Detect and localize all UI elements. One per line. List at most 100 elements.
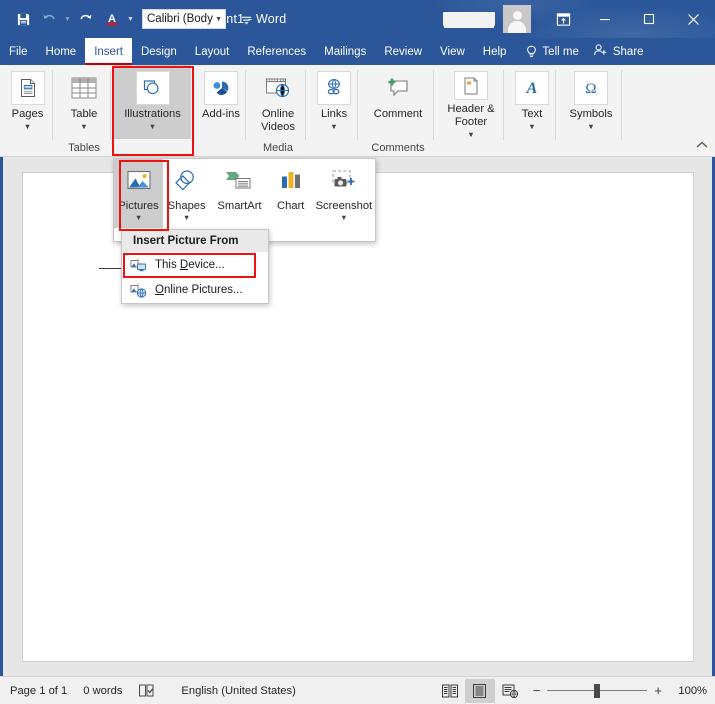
links-label: Links: [320, 108, 348, 120]
tab-review[interactable]: Review: [375, 38, 431, 65]
addins-button[interactable]: Add-ins: [196, 65, 246, 139]
ribbon-group-text: A Text ▼: [508, 65, 556, 157]
pages-button[interactable]: Pages ▼: [2, 65, 53, 139]
header-footer-icon: [454, 71, 488, 100]
proofing-errors-icon[interactable]: [138, 683, 155, 698]
menu-item-this-device[interactable]: This Device...: [122, 252, 268, 277]
title-bar: ▼ A ▼ Calibri (Body ▼ Document1 - Word: [0, 0, 715, 38]
insert-picture-from-header: Insert Picture From: [122, 230, 268, 252]
menu-item-online-pictures[interactable]: Online Pictures...: [122, 277, 268, 302]
ribbon-tab-strip: File Home Insert Design Layout Reference…: [0, 38, 715, 65]
save-icon[interactable]: [10, 6, 36, 32]
minimize-button[interactable]: [583, 0, 627, 38]
view-print-layout-button[interactable]: [464, 678, 495, 703]
text-button[interactable]: A Text ▼: [508, 65, 556, 139]
tab-design[interactable]: Design: [132, 38, 186, 65]
screenshot-button[interactable]: Screenshot ▼: [313, 159, 375, 228]
symbols-label: Symbols: [569, 108, 613, 120]
left-accent-bar: [0, 157, 3, 676]
font-name-dropdown-icon[interactable]: ▼: [215, 16, 222, 23]
insert-picture-from-menu: Insert Picture From This Device... Onlin…: [121, 229, 269, 304]
undo-dropdown-icon[interactable]: ▼: [62, 16, 73, 23]
svg-text:Ω: Ω: [585, 81, 596, 97]
links-icon: [317, 71, 351, 105]
symbols-dropdown-icon[interactable]: ▼: [587, 122, 594, 131]
redo-icon[interactable]: [73, 6, 99, 32]
online-pictures-label: Online Pictures...: [155, 283, 243, 296]
tab-insert[interactable]: Insert: [85, 38, 132, 65]
links-dropdown-icon[interactable]: ▼: [330, 122, 337, 131]
language-status[interactable]: English (United States): [181, 685, 295, 697]
group-separator: [503, 70, 504, 140]
share-label: Share: [612, 45, 644, 58]
table-label: Table: [70, 108, 98, 120]
view-web-layout-button[interactable]: [495, 679, 525, 703]
ribbon-group-symbols: Ω Symbols ▼: [560, 65, 622, 157]
pages-dropdown-icon[interactable]: ▼: [24, 122, 31, 131]
screenshot-dropdown-icon[interactable]: ▼: [340, 213, 347, 222]
pictures-dropdown-icon[interactable]: ▼: [135, 213, 142, 222]
maximize-button[interactable]: [627, 0, 671, 38]
word-count-status[interactable]: 0 words: [83, 685, 122, 697]
table-button[interactable]: Table ▼: [57, 65, 111, 139]
close-button[interactable]: [671, 0, 715, 38]
tab-references[interactable]: References: [238, 38, 315, 65]
user-name-redacted: [443, 12, 495, 26]
online-videos-button[interactable]: Online Videos: [250, 65, 306, 139]
pages-icon: [10, 71, 45, 105]
comment-icon: [381, 71, 415, 105]
chart-button[interactable]: Chart: [269, 159, 313, 228]
title-bar-right-controls: [443, 0, 715, 38]
tab-view[interactable]: View: [431, 38, 474, 65]
illustrations-dropdown-icon[interactable]: ▼: [149, 122, 156, 131]
illustrations-icon: [135, 71, 170, 105]
tell-me-box[interactable]: Tell me: [515, 38, 584, 65]
tab-layout[interactable]: Layout: [186, 38, 239, 65]
share-button[interactable]: Share: [585, 38, 654, 65]
this-device-label: This Device...: [155, 258, 225, 271]
font-color-icon[interactable]: A: [99, 6, 125, 32]
zoom-slider[interactable]: [547, 683, 648, 698]
zoom-slider-thumb[interactable]: [594, 683, 601, 698]
font-name-box[interactable]: Calibri (Body ▼: [142, 9, 226, 29]
collapse-ribbon-icon[interactable]: [695, 140, 709, 153]
zoom-level-label[interactable]: 100%: [673, 685, 707, 697]
symbols-icon: Ω: [574, 71, 608, 105]
header-footer-dropdown-icon[interactable]: ▼: [467, 130, 474, 139]
pictures-button[interactable]: Pictures ▼: [114, 159, 164, 228]
symbols-button[interactable]: Ω Symbols ▼: [560, 65, 622, 139]
header-footer-button[interactable]: Header & Footer ▼: [438, 65, 504, 139]
ribbon-display-options-icon[interactable]: [543, 0, 583, 38]
undo-icon[interactable]: [36, 6, 62, 32]
shapes-dropdown-icon[interactable]: ▼: [183, 213, 190, 222]
font-color-dropdown-icon[interactable]: ▼: [125, 16, 136, 23]
zoom-out-button[interactable]: −: [533, 684, 541, 697]
zoom-in-button[interactable]: +: [654, 684, 662, 697]
illustrations-button[interactable]: Illustrations ▼: [114, 65, 191, 139]
customize-quick-access-toolbar-icon[interactable]: [236, 7, 256, 31]
online-pictures-icon: [130, 281, 147, 298]
table-dropdown-icon[interactable]: ▼: [80, 122, 87, 131]
tab-mailings[interactable]: Mailings: [315, 38, 375, 65]
page-number-status[interactable]: Page 1 of 1: [10, 685, 67, 697]
text-dropdown-icon[interactable]: ▼: [528, 122, 535, 131]
avatar[interactable]: [503, 5, 531, 33]
shapes-button[interactable]: Shapes ▼: [163, 159, 210, 228]
group-separator: [245, 70, 246, 140]
shapes-icon: [170, 164, 204, 198]
group-label-comments: Comments: [371, 142, 425, 154]
view-read-mode-button[interactable]: [435, 679, 465, 703]
group-separator: [621, 70, 622, 140]
lightbulb-icon: [525, 45, 538, 59]
screenshot-label: Screenshot: [315, 200, 373, 212]
tab-help[interactable]: Help: [474, 38, 516, 65]
smartart-button[interactable]: SmartArt: [210, 159, 269, 228]
addins-label: Add-ins: [202, 108, 240, 120]
comment-button[interactable]: Comment: [362, 65, 434, 139]
links-button[interactable]: Links ▼: [310, 65, 358, 139]
tell-me-label: Tell me: [542, 45, 579, 58]
group-separator: [110, 70, 111, 140]
tab-file[interactable]: File: [0, 38, 37, 65]
tab-home[interactable]: Home: [37, 38, 86, 65]
status-bar-right: − + 100%: [435, 678, 707, 703]
